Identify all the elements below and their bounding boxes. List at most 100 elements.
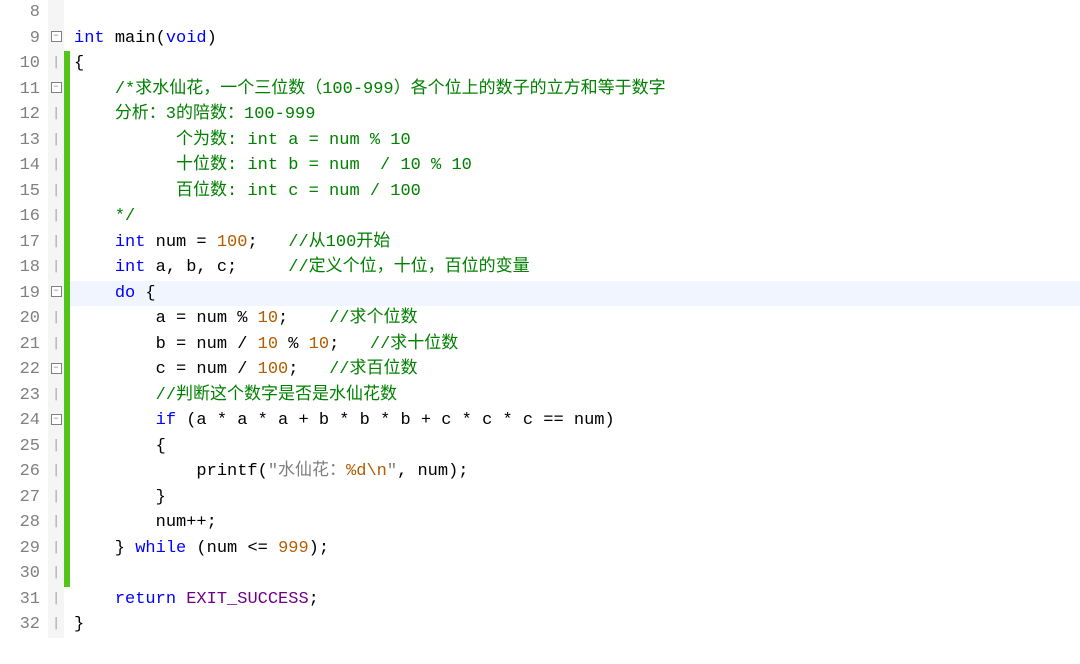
token-punct: num++; <box>74 513 217 532</box>
fold-marker: │ <box>48 459 64 485</box>
collapse-icon[interactable]: − <box>51 31 62 42</box>
token-number: 10 <box>258 335 278 354</box>
token-punct <box>74 258 115 277</box>
code-line[interactable]: int num = 100; //从100开始 <box>70 230 1080 256</box>
fold-marker: │ <box>48 204 64 230</box>
code-editor-area[interactable]: int main(void){ /*求水仙花，一个三位数（100-999）各个位… <box>70 0 1080 638</box>
token-keyword: void <box>166 29 207 48</box>
token-number: 10 <box>258 309 278 328</box>
token-punct: } <box>74 539 135 558</box>
token-string: " <box>387 462 397 481</box>
token-punct: ; <box>278 309 329 328</box>
fold-marker: │ <box>48 587 64 613</box>
token-format: %d\n <box>346 462 387 481</box>
code-line[interactable]: //判断这个数字是否是水仙花数 <box>70 383 1080 409</box>
token-punct: , num); <box>397 462 468 481</box>
token-comment: //从100开始 <box>288 233 390 252</box>
code-line[interactable]: 分析：3的陪数：100-999 <box>70 102 1080 128</box>
code-line[interactable]: 十位数: int b = num / 10 % 10 <box>70 153 1080 179</box>
code-line[interactable]: } <box>70 485 1080 511</box>
line-number: 23 <box>0 383 40 409</box>
token-comment: 百位数: int c = num / 100 <box>156 182 421 201</box>
token-punct: ; <box>329 335 370 354</box>
code-line[interactable] <box>70 561 1080 587</box>
line-number: 10 <box>0 51 40 77</box>
fold-marker: │ <box>48 612 64 638</box>
token-punct: % <box>278 335 309 354</box>
token-punct: a = num % <box>74 309 258 328</box>
token-punct <box>176 590 186 609</box>
code-line[interactable]: num++; <box>70 510 1080 536</box>
code-line[interactable]: { <box>70 434 1080 460</box>
fold-marker: │ <box>48 179 64 205</box>
code-line[interactable]: int main(void) <box>70 26 1080 52</box>
fold-marker: │ <box>48 255 64 281</box>
code-line[interactable]: 百位数: int c = num / 100 <box>70 179 1080 205</box>
token-punct <box>105 29 115 48</box>
token-punct <box>74 207 115 226</box>
fold-marker[interactable]: − <box>48 281 64 307</box>
fold-marker: │ <box>48 51 64 77</box>
code-line[interactable]: printf("水仙花：%d\n", num); <box>70 459 1080 485</box>
fold-marker: │ <box>48 332 64 358</box>
fold-marker[interactable]: − <box>48 77 64 103</box>
token-punct: } <box>74 615 84 634</box>
code-line[interactable]: a = num % 10; //求个位数 <box>70 306 1080 332</box>
code-line[interactable]: */ <box>70 204 1080 230</box>
token-punct: (num <= <box>186 539 278 558</box>
collapse-icon[interactable]: − <box>51 82 62 93</box>
line-number: 14 <box>0 153 40 179</box>
code-line[interactable]: } <box>70 612 1080 638</box>
code-line[interactable]: b = num / 10 % 10; //求十位数 <box>70 332 1080 358</box>
collapse-icon[interactable]: − <box>51 363 62 374</box>
line-number: 20 <box>0 306 40 332</box>
token-punct: ); <box>309 539 329 558</box>
code-line[interactable]: c = num / 100; //求百位数 <box>70 357 1080 383</box>
code-line[interactable]: if (a * a * a + b * b * b + c * c * c ==… <box>70 408 1080 434</box>
token-macro: EXIT_SUCCESS <box>186 590 308 609</box>
fold-marker: │ <box>48 102 64 128</box>
line-number: 9 <box>0 26 40 52</box>
token-keyword: int <box>74 29 105 48</box>
line-number: 13 <box>0 128 40 154</box>
token-punct: ; <box>247 233 288 252</box>
line-number: 32 <box>0 612 40 638</box>
token-punct: { <box>74 437 166 456</box>
token-comment: 十位数: int b = num / 10 % 10 <box>156 156 472 175</box>
token-punct: ) <box>207 29 217 48</box>
line-number: 15 <box>0 179 40 205</box>
code-line[interactable]: /*求水仙花，一个三位数（100-999）各个位上的数子的立方和等于数字 <box>70 77 1080 103</box>
token-number: 100 <box>258 360 289 379</box>
collapse-icon[interactable]: − <box>51 286 62 297</box>
code-line[interactable] <box>70 0 1080 26</box>
token-keyword: int <box>115 233 146 252</box>
fold-marker: │ <box>48 485 64 511</box>
token-comment: 分析：3的陪数：100-999 <box>115 105 316 124</box>
line-number: 30 <box>0 561 40 587</box>
fold-marker: │ <box>48 153 64 179</box>
line-number: 16 <box>0 204 40 230</box>
code-line[interactable]: } while (num <= 999); <box>70 536 1080 562</box>
token-number: 100 <box>217 233 248 252</box>
fold-marker: │ <box>48 383 64 409</box>
token-keyword: if <box>156 411 176 430</box>
line-number: 17 <box>0 230 40 256</box>
token-comment: //求十位数 <box>370 335 458 354</box>
fold-marker[interactable]: − <box>48 26 64 52</box>
token-punct <box>74 156 156 175</box>
collapse-icon[interactable]: − <box>51 414 62 425</box>
code-line[interactable]: do { <box>70 281 1080 307</box>
code-line[interactable]: 个为数: int a = num % 10 <box>70 128 1080 154</box>
token-punct: b = num / <box>74 335 258 354</box>
token-punct: c = num / <box>74 360 258 379</box>
code-line[interactable]: { <box>70 51 1080 77</box>
line-number: 21 <box>0 332 40 358</box>
code-line[interactable]: int a, b, c; //定义个位，十位，百位的变量 <box>70 255 1080 281</box>
fold-marker[interactable]: − <box>48 357 64 383</box>
token-number: 999 <box>278 539 309 558</box>
token-comment: /*求水仙花，一个三位数（100-999）各个位上的数子的立方和等于数字 <box>115 80 666 99</box>
code-line[interactable]: return EXIT_SUCCESS; <box>70 587 1080 613</box>
fold-marker: │ <box>48 536 64 562</box>
fold-marker: │ <box>48 510 64 536</box>
fold-marker[interactable]: − <box>48 408 64 434</box>
